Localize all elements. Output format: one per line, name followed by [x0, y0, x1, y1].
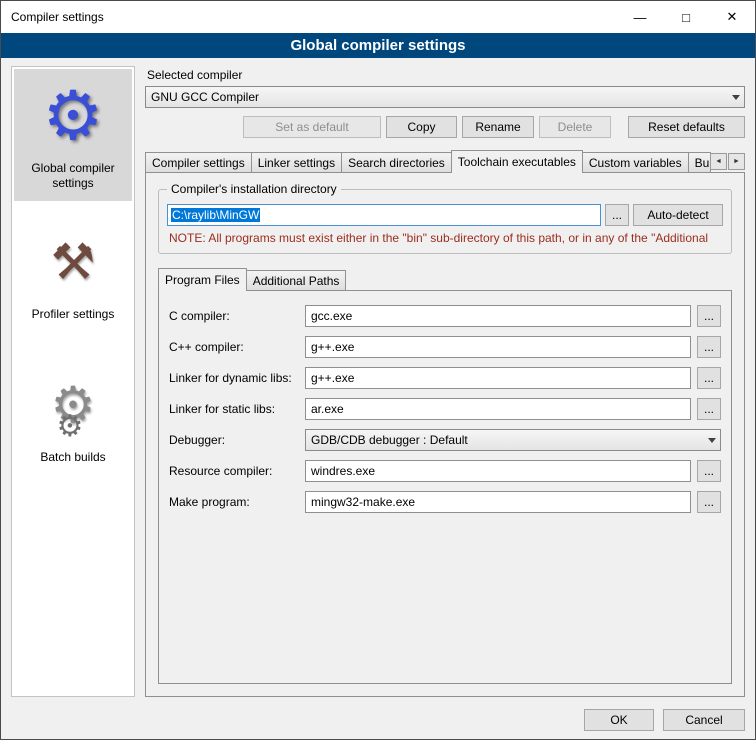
- resource-compiler-label: Resource compiler:: [169, 464, 299, 478]
- installation-directory-groupbox: Compiler's installation directory C:\ray…: [158, 189, 732, 254]
- tab-custom-variables[interactable]: Custom variables: [582, 152, 689, 172]
- page-title: Global compiler settings: [290, 37, 465, 54]
- batch-builds-icon-wrap: ⚙ ⚙: [51, 366, 96, 444]
- cpp-compiler-label: C++ compiler:: [169, 340, 299, 354]
- dynamic-linker-label: Linker for dynamic libs:: [169, 371, 299, 385]
- reset-defaults-button[interactable]: Reset defaults: [628, 116, 745, 138]
- dynamic-linker-row: Linker for dynamic libs: g++.exe ...: [169, 367, 721, 389]
- settings-tab-strip: Compiler settings Linker settings Search…: [145, 150, 745, 172]
- profiler-icon: ⚒: [51, 237, 96, 287]
- cpp-compiler-browse-button[interactable]: ...: [697, 336, 721, 358]
- tab-build-options-truncated[interactable]: Builc: [688, 152, 711, 172]
- delete-button[interactable]: Delete: [539, 116, 611, 138]
- sidebar-item-label: Batch builds: [40, 450, 105, 465]
- chevron-down-icon: [727, 87, 744, 107]
- sidebar-item-profiler-settings[interactable]: ⚒ Profiler settings: [14, 215, 132, 332]
- title-bar: Compiler settings — □ ✕: [1, 1, 755, 33]
- subtab-additional-paths[interactable]: Additional Paths: [246, 270, 347, 290]
- compiler-settings-dialog: Compiler settings — □ ✕ Global compiler …: [0, 0, 756, 740]
- global-compiler-icon-wrap: ⚙: [43, 77, 104, 155]
- make-program-input[interactable]: mingw32-make.exe: [305, 491, 691, 513]
- sidebar-item-batch-builds[interactable]: ⚙ ⚙ Batch builds: [14, 358, 132, 475]
- maximize-icon: □: [682, 10, 690, 25]
- gear-icon: ⚙: [43, 82, 104, 150]
- rename-button[interactable]: Rename: [462, 116, 534, 138]
- static-linker-browse-button[interactable]: ...: [697, 398, 721, 420]
- debugger-label: Debugger:: [169, 433, 299, 447]
- c-compiler-label: C compiler:: [169, 309, 299, 323]
- installation-directory-row: C:\raylib\MinGW ... Auto-detect: [167, 204, 723, 226]
- installation-directory-legend: Compiler's installation directory: [167, 182, 341, 196]
- selected-compiler-dropdown[interactable]: GNU GCC Compiler: [145, 86, 745, 108]
- chevron-down-icon: [703, 430, 720, 450]
- debugger-row: Debugger: GDB/CDB debugger : Default: [169, 429, 721, 451]
- cpp-compiler-row: C++ compiler: g++.exe ...: [169, 336, 721, 358]
- make-program-browse-button[interactable]: ...: [697, 491, 721, 513]
- tab-scroll-right-button[interactable]: ►: [728, 153, 745, 170]
- profiler-icon-wrap: ⚒: [51, 223, 96, 301]
- toolchain-executables-panel: Compiler's installation directory C:\ray…: [145, 172, 745, 697]
- tab-linker-settings[interactable]: Linker settings: [251, 152, 342, 172]
- tab-compiler-settings[interactable]: Compiler settings: [145, 152, 252, 172]
- resource-compiler-row: Resource compiler: windres.exe ...: [169, 460, 721, 482]
- minimize-button[interactable]: —: [617, 1, 663, 33]
- debugger-dropdown[interactable]: GDB/CDB debugger : Default: [305, 429, 721, 451]
- make-program-label: Make program:: [169, 495, 299, 509]
- cancel-button[interactable]: Cancel: [663, 709, 745, 731]
- dynamic-linker-browse-button[interactable]: ...: [697, 367, 721, 389]
- window-controls: — □ ✕: [617, 1, 755, 33]
- program-files-tab-strip: Program Files Additional Paths: [158, 268, 732, 290]
- tab-search-directories[interactable]: Search directories: [341, 152, 452, 172]
- sidebar-item-global-compiler-settings[interactable]: ⚙ Global compiler settings: [14, 69, 132, 201]
- maximize-button[interactable]: □: [663, 1, 709, 33]
- installation-directory-input[interactable]: C:\raylib\MinGW: [167, 204, 601, 226]
- auto-detect-button[interactable]: Auto-detect: [633, 204, 723, 226]
- debugger-value: GDB/CDB debugger : Default: [311, 433, 703, 447]
- main-panel: Selected compiler GNU GCC Compiler Set a…: [145, 66, 745, 697]
- static-linker-input[interactable]: ar.exe: [305, 398, 691, 420]
- sidebar-item-label: Profiler settings: [32, 307, 115, 322]
- sidebar-item-label: Global compiler settings: [16, 161, 130, 191]
- set-as-default-button[interactable]: Set as default: [243, 116, 381, 138]
- c-compiler-input[interactable]: gcc.exe: [305, 305, 691, 327]
- bin-subdirectory-note: NOTE: All programs must exist either in …: [169, 231, 721, 245]
- close-icon: ✕: [727, 9, 738, 25]
- ok-button[interactable]: OK: [584, 709, 654, 731]
- c-compiler-browse-button[interactable]: ...: [697, 305, 721, 327]
- tab-toolchain-executables[interactable]: Toolchain executables: [451, 150, 583, 173]
- resource-compiler-browse-button[interactable]: ...: [697, 460, 721, 482]
- window-title: Compiler settings: [11, 10, 104, 24]
- scroll-left-icon: ◄: [715, 158, 722, 165]
- selected-compiler-value: GNU GCC Compiler: [151, 90, 727, 104]
- cpp-compiler-input[interactable]: g++.exe: [305, 336, 691, 358]
- resource-compiler-input[interactable]: windres.exe: [305, 460, 691, 482]
- dynamic-linker-input[interactable]: g++.exe: [305, 367, 691, 389]
- c-compiler-row: C compiler: gcc.exe ...: [169, 305, 721, 327]
- program-files-panel: C compiler: gcc.exe ... C++ compiler: g+…: [158, 290, 732, 684]
- installation-directory-browse-button[interactable]: ...: [605, 204, 629, 226]
- dialog-footer: OK Cancel: [1, 703, 755, 739]
- static-linker-row: Linker for static libs: ar.exe ...: [169, 398, 721, 420]
- close-button[interactable]: ✕: [709, 1, 755, 33]
- settings-category-sidebar: ⚙ Global compiler settings ⚒ Profiler se…: [11, 66, 135, 697]
- dialog-header: Global compiler settings: [1, 33, 755, 58]
- scroll-right-icon: ►: [733, 158, 740, 165]
- gear-small-icon: ⚙: [57, 412, 84, 442]
- subtab-program-files[interactable]: Program Files: [158, 268, 247, 291]
- static-linker-label: Linker for static libs:: [169, 402, 299, 416]
- copy-button[interactable]: Copy: [386, 116, 457, 138]
- installation-directory-value: C:\raylib\MinGW: [171, 208, 260, 222]
- compiler-action-buttons: Set as default Copy Rename Delete Reset …: [145, 116, 745, 138]
- selected-compiler-label: Selected compiler: [147, 68, 745, 82]
- make-program-row: Make program: mingw32-make.exe ...: [169, 491, 721, 513]
- tab-scroll-buttons: ◄ ►: [710, 153, 745, 170]
- dialog-body: ⚙ Global compiler settings ⚒ Profiler se…: [1, 58, 755, 703]
- tab-scroll-left-button[interactable]: ◄: [710, 153, 727, 170]
- minimize-icon: —: [634, 10, 647, 25]
